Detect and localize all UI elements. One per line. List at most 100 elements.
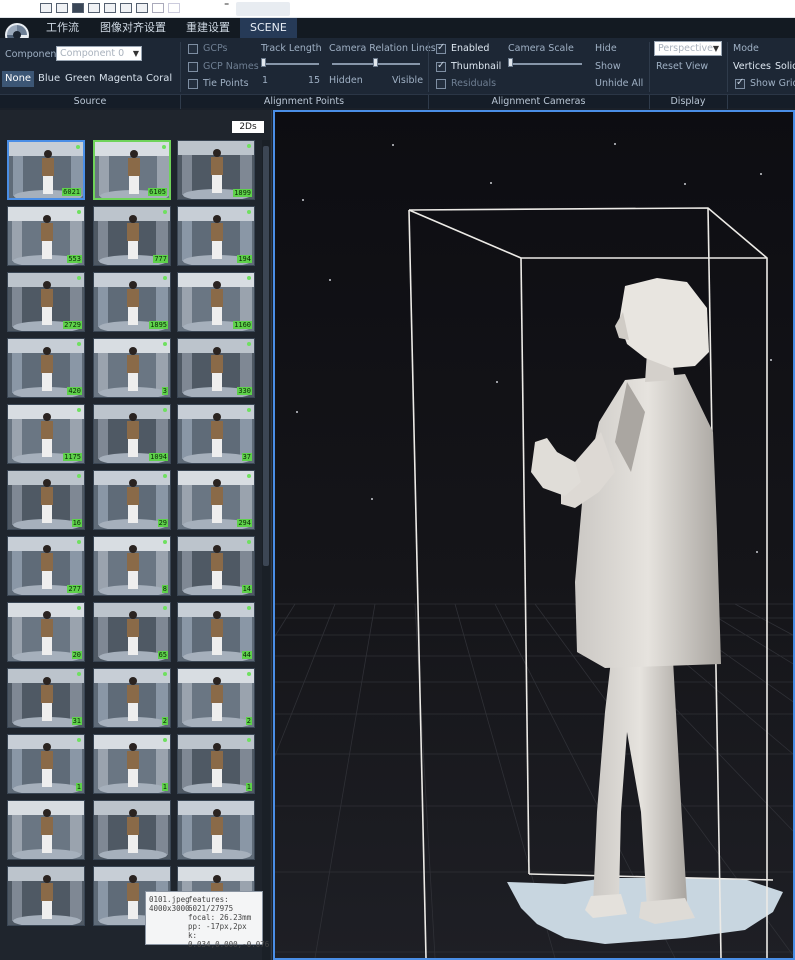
camera-thumbnail[interactable] <box>7 866 85 926</box>
camera-thumbnail[interactable]: 29 <box>93 470 171 530</box>
enabled-checkbox[interactable] <box>436 42 446 54</box>
layout-3-icon[interactable] <box>72 3 84 13</box>
mode-label: Mode <box>733 43 759 54</box>
camera-thumbnail[interactable]: 14 <box>177 536 255 596</box>
gcps-checkbox[interactable] <box>188 44 198 54</box>
camera-thumbnail[interactable]: 1094 <box>93 404 171 464</box>
alignment-status-icon <box>162 145 166 149</box>
camera-thumbnail[interactable]: 3 <box>93 338 171 398</box>
alignment-status-icon <box>163 606 167 610</box>
scene-canvas[interactable] <box>275 112 793 958</box>
color-magenta-button[interactable]: Magenta <box>96 71 146 87</box>
show-grid-checkbox[interactable] <box>735 77 745 89</box>
tab-workflow[interactable]: 工作流 <box>36 18 89 38</box>
camera-thumbnail[interactable]: 194 <box>177 206 255 266</box>
unhide-all-button[interactable]: Unhide All <box>595 78 643 89</box>
layout-4-icon[interactable] <box>88 3 100 13</box>
track-length-slider[interactable] <box>261 63 319 65</box>
layout-6-icon[interactable] <box>120 3 132 13</box>
camera-thumbnail[interactable]: 1895 <box>93 272 171 332</box>
tab-image-alignment-settings[interactable]: 图像对齐设置 <box>90 18 176 38</box>
camera-thumbnail[interactable]: 277 <box>7 536 85 596</box>
camera-thumbnail[interactable]: 553 <box>7 206 85 266</box>
camera-thumbnail[interactable]: 44 <box>177 602 255 662</box>
gcp-names-checkbox[interactable] <box>188 62 198 72</box>
camera-thumbnail[interactable]: 2 <box>177 668 255 728</box>
camera-thumbnail[interactable]: 2 <box>93 668 171 728</box>
camera-thumbnail[interactable]: 8 <box>93 536 171 596</box>
projection-select[interactable]: Perspective ▼ <box>654 41 722 56</box>
camera-thumbnail[interactable]: 777 <box>93 206 171 266</box>
layout-2-icon[interactable] <box>56 3 68 13</box>
camera-relation-slider-handle[interactable] <box>373 58 378 67</box>
thumbnail-label: Thumbnail <box>451 61 502 72</box>
color-blue-button[interactable]: Blue <box>35 71 63 87</box>
feature-count-badge: 277 <box>67 585 82 593</box>
vertices-button[interactable]: Vertices <box>733 61 771 72</box>
show-button[interactable]: Show <box>595 61 621 72</box>
color-green-button[interactable]: Green <box>62 71 98 87</box>
reset-view-button[interactable]: Reset View <box>656 61 708 72</box>
layout-7-icon[interactable] <box>136 3 148 13</box>
component-select[interactable]: Component 0 ▼ <box>56 46 142 61</box>
hidden-label: Hidden <box>329 75 363 86</box>
camera-thumbnail[interactable]: 330 <box>177 338 255 398</box>
alignment-status-icon <box>247 408 251 412</box>
camera-thumbnail[interactable]: 1175 <box>7 404 85 464</box>
camera-scale-slider[interactable] <box>508 63 582 65</box>
undo-icon[interactable] <box>152 3 164 13</box>
track-length-slider-handle[interactable] <box>261 58 266 67</box>
image-panel: 2Ds 6021 6105 1899 553 777 194 2729 1895 1160 420… <box>0 110 272 960</box>
camera-thumbnail[interactable] <box>177 800 255 860</box>
alignment-status-icon <box>247 342 251 346</box>
camera-thumbnail[interactable] <box>7 800 85 860</box>
camera-thumbnail[interactable]: 2729 <box>7 272 85 332</box>
camera-thumbnail[interactable]: 6021 <box>7 140 85 200</box>
camera-thumbnail[interactable]: 31 <box>7 668 85 728</box>
alignment-status-icon <box>247 474 251 478</box>
residuals-checkbox[interactable] <box>436 79 446 89</box>
alignment-status-icon <box>163 738 167 742</box>
thumbnail-image <box>94 339 170 397</box>
camera-thumbnail[interactable]: 1 <box>93 734 171 794</box>
camera-thumbnail[interactable]: 20 <box>7 602 85 662</box>
camera-thumbnail[interactable]: 420 <box>7 338 85 398</box>
thumbnail-image <box>178 735 254 793</box>
alignment-status-icon <box>77 606 81 610</box>
feature-count-badge: 2 <box>245 717 252 725</box>
camera-scale-slider-handle[interactable] <box>508 58 513 67</box>
camera-thumbnail[interactable]: 294 <box>177 470 255 530</box>
camera-thumbnail[interactable]: 1160 <box>177 272 255 332</box>
feature-count-badge: 1 <box>245 783 252 791</box>
color-none-button[interactable]: None <box>2 71 35 87</box>
tie-points-checkbox[interactable] <box>188 79 198 89</box>
camera-thumbnail[interactable]: 1899 <box>177 140 255 200</box>
color-coral-button[interactable]: Coral <box>143 71 175 87</box>
camera-thumbnail[interactable]: 1 <box>177 734 255 794</box>
camera-thumbnail[interactable]: 65 <box>93 602 171 662</box>
alignment-status-icon <box>77 276 81 280</box>
gcp-names-label: GCP Names <box>203 61 259 72</box>
feature-count-badge: 14 <box>241 585 252 593</box>
tab-reconstruction-settings[interactable]: 重建设置 <box>176 18 240 38</box>
camera-thumbnail[interactable] <box>93 800 171 860</box>
solid-button[interactable]: Solid <box>775 61 795 72</box>
gcps-label: GCPs <box>203 43 228 54</box>
camera-thumbnail[interactable]: 37 <box>177 404 255 464</box>
view-2d-toggle[interactable]: 2Ds <box>232 121 264 133</box>
feature-count-badge: 1175 <box>63 453 82 461</box>
tab-scene[interactable]: SCENE <box>240 18 297 38</box>
group-display: Display <box>670 96 706 107</box>
customize-toolbar-icon[interactable]: ⁼ <box>224 1 229 12</box>
alignment-status-icon <box>77 210 81 214</box>
camera-thumbnail[interactable]: 1 <box>7 734 85 794</box>
layout-1-icon[interactable] <box>40 3 52 13</box>
camera-thumbnail[interactable]: 16 <box>7 470 85 530</box>
hide-button[interactable]: Hide <box>595 43 617 54</box>
panel-scrollbar-thumb[interactable] <box>263 146 269 566</box>
thumbnail-checkbox[interactable] <box>436 60 446 72</box>
redo-icon[interactable] <box>168 3 180 13</box>
camera-thumbnail[interactable]: 6105 <box>93 140 171 200</box>
scene-viewport[interactable] <box>273 110 795 960</box>
layout-5-icon[interactable] <box>104 3 116 13</box>
